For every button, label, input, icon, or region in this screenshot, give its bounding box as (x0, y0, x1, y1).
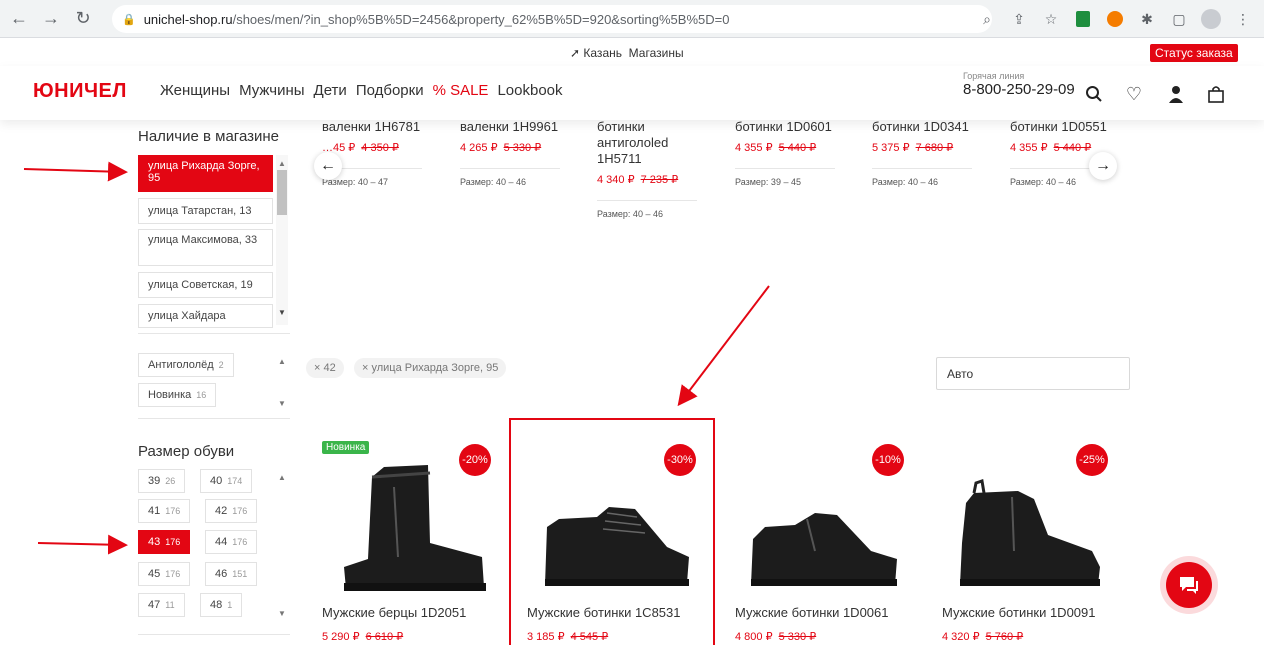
sizes-scroll-up-icon[interactable]: ▲ (278, 473, 286, 482)
profile-avatar[interactable] (1200, 8, 1222, 30)
product-price: 4 320 ₽ (942, 631, 980, 643)
tag-option-antiice[interactable]: Антигололёд 2 (138, 353, 234, 377)
product-name[interactable]: Мужские ботинки 1D0091 (942, 605, 1096, 620)
product-card[interactable]: Новинка -20% Мужские берцы 1D2051 5 290 … (322, 427, 502, 645)
size-option-47[interactable]: 47 11 (138, 593, 185, 617)
size-option-43[interactable]: 43 176 (138, 530, 191, 554)
location-arrow-icon: ➚ (570, 46, 581, 60)
sort-select[interactable]: Авто (936, 357, 1130, 390)
kebab-menu-icon[interactable]: ⋮ (1232, 8, 1254, 30)
product-old-price: 5 330 ₽ (778, 631, 817, 643)
chat-bubble-icon (1180, 577, 1198, 594)
product-image-chelsea-boot (751, 513, 897, 586)
account-icon[interactable] (1166, 84, 1186, 104)
tag-option-new[interactable]: Новинка 16 (138, 383, 217, 407)
address-bar[interactable]: 🔒 unichel-shop.ru /shoes/men/?in_shop%5B… (112, 5, 992, 33)
product-old-price: 5 760 ₽ (985, 631, 1024, 643)
back-arrow-icon[interactable]: ← (6, 6, 32, 32)
stores-link[interactable]: Магазины (629, 46, 684, 60)
lock-icon: 🔒 (122, 13, 136, 26)
store-list-scroll-thumb[interactable] (277, 170, 287, 215)
chat-button[interactable] (1166, 562, 1212, 608)
sidebar-divider (138, 333, 290, 334)
product-card[interactable]: -10% Мужские ботинки 1D0061 4 800 ₽5 330… (735, 427, 915, 645)
product-image-boot (344, 465, 486, 591)
tags-scroll-up-icon[interactable]: ▲ (278, 357, 286, 366)
carousel-item[interactable]: валенки 1Н9961 4 265 ₽5 330 ₽ Размер: 40… (460, 119, 570, 187)
hotline: Горячая линия 8-800-250-29-09 (963, 71, 1075, 99)
carousel-item[interactable]: валенки 1Н6781 …45 ₽4 350 ₽ Размер: 40 –… (322, 119, 432, 187)
share-icon[interactable]: ⇪ (1008, 8, 1030, 30)
applied-filter-store[interactable]: × улица Рихарда Зорге, 95 (354, 358, 507, 378)
size-option-44[interactable]: 44 176 (205, 530, 258, 554)
main-menu: Женщины Мужчины Дети Подборки % SALE Loo… (160, 82, 563, 99)
product-image-chelsea-boot (960, 479, 1100, 586)
extensions-puzzle-icon[interactable]: ✱ (1136, 8, 1158, 30)
site-header: ЮНИЧЕЛ Женщины Мужчины Дети Подборки % S… (0, 66, 1264, 120)
size-option-41[interactable]: 41 176 (138, 499, 191, 523)
menu-item-men[interactable]: Мужчины (239, 82, 304, 99)
hotline-caption: Горячая линия (963, 71, 1025, 81)
size-option-46[interactable]: 46 151 (205, 562, 258, 586)
orange-extension-icon[interactable] (1104, 8, 1126, 30)
size-option-40[interactable]: 40 174 (200, 469, 253, 493)
store-option-khaidara[interactable]: улица Хайдара (138, 304, 273, 328)
arrow-to-product (677, 285, 770, 407)
carousel-prev-arrow-icon[interactable]: ← (314, 152, 342, 180)
size-option-42[interactable]: 42 176 (205, 499, 258, 523)
arrow-to-size-filter (37, 534, 128, 555)
url-path: /shoes/men/?in_shop%5B%5D=2456&property_… (232, 11, 730, 27)
tags-scroll-down-icon[interactable]: ▼ (278, 399, 286, 408)
order-status-button[interactable]: Статус заказа (1150, 44, 1238, 62)
side-panel-icon[interactable]: ▢ (1168, 8, 1190, 30)
product-card[interactable]: -25% Мужские ботинки 1D0091 4 320 ₽5 760… (942, 427, 1122, 645)
menu-item-collections[interactable]: Подборки (356, 82, 424, 99)
carousel-item[interactable]: ботинки 1D0601 4 355 ₽5 440 ₽ Размер: 39… (735, 119, 845, 187)
sidebar-divider (138, 418, 290, 419)
carousel-item[interactable]: ботинки 1D0341 5 375 ₽7 680 ₽ Размер: 40… (872, 119, 982, 187)
product-price: 5 290 ₽ (322, 631, 360, 643)
size-option-39[interactable]: 39 26 (138, 469, 186, 493)
product-old-price: 6 610 ₽ (365, 631, 404, 643)
zoom-icon[interactable]: ⌕ (976, 8, 998, 30)
store-option-zorge[interactable]: улица Рихарда Зорге, 95 (138, 155, 273, 192)
sheets-extension-icon[interactable] (1072, 8, 1094, 30)
forward-arrow-icon[interactable]: → (38, 6, 64, 32)
browser-toolbar: ← → ↻ 🔒 unichel-shop.ru /shoes/men/?in_s… (0, 0, 1264, 38)
reload-icon[interactable]: ↻ (70, 6, 96, 32)
menu-item-women[interactable]: Женщины (160, 82, 230, 99)
site-topbar: ➚ Казань Магазины Статус заказа (0, 38, 1264, 66)
store-option-tatarstan[interactable]: улица Татарстан, 13 (138, 198, 273, 224)
store-option-sovetskaya[interactable]: улица Советская, 19 (138, 272, 273, 298)
product-name[interactable]: Мужские берцы 1D2051 (322, 605, 466, 620)
product-name[interactable]: Мужские ботинки 1D0061 (735, 605, 889, 620)
favorites-heart-icon[interactable]: ♡ (1124, 84, 1144, 104)
scroll-down-icon[interactable]: ▼ (278, 308, 286, 317)
carousel-next-arrow-icon[interactable]: → (1089, 152, 1117, 180)
cart-bag-icon[interactable] (1206, 84, 1226, 104)
product-highlight-frame (509, 418, 715, 645)
carousel-item[interactable]: ботинки антиголоled 1Н5711 4 340 ₽7 235 … (597, 119, 697, 219)
logo[interactable]: ЮНИЧЕЛ (33, 80, 127, 103)
sidebar-divider (138, 634, 290, 635)
bookmark-star-icon[interactable]: ☆ (1040, 8, 1062, 30)
store-option-maximova[interactable]: улица Максимова, 33 (138, 229, 273, 266)
store-filter-title: Наличие в магазине (138, 128, 279, 145)
applied-filter-size[interactable]: × 42 (306, 358, 344, 378)
arrow-to-store-filter (23, 161, 128, 182)
search-icon[interactable] (1084, 84, 1104, 104)
url-host: unichel-shop.ru (143, 11, 233, 27)
product-price: 4 800 ₽ (735, 631, 773, 643)
size-option-45[interactable]: 45 176 (138, 562, 191, 586)
sizes-scroll-down-icon[interactable]: ▼ (278, 609, 286, 618)
city-selector[interactable]: ➚ Казань Магазины (570, 46, 684, 60)
size-filter-title: Размер обуви (138, 443, 235, 460)
menu-item-kids[interactable]: Дети (314, 82, 347, 99)
scroll-up-icon[interactable]: ▲ (278, 159, 286, 168)
menu-item-sale[interactable]: % SALE (433, 82, 489, 99)
size-option-48[interactable]: 48 1 (200, 593, 243, 617)
hotline-phone[interactable]: 8-800-250-29-09 (963, 81, 1075, 98)
menu-item-lookbook[interactable]: Lookbook (497, 82, 562, 99)
